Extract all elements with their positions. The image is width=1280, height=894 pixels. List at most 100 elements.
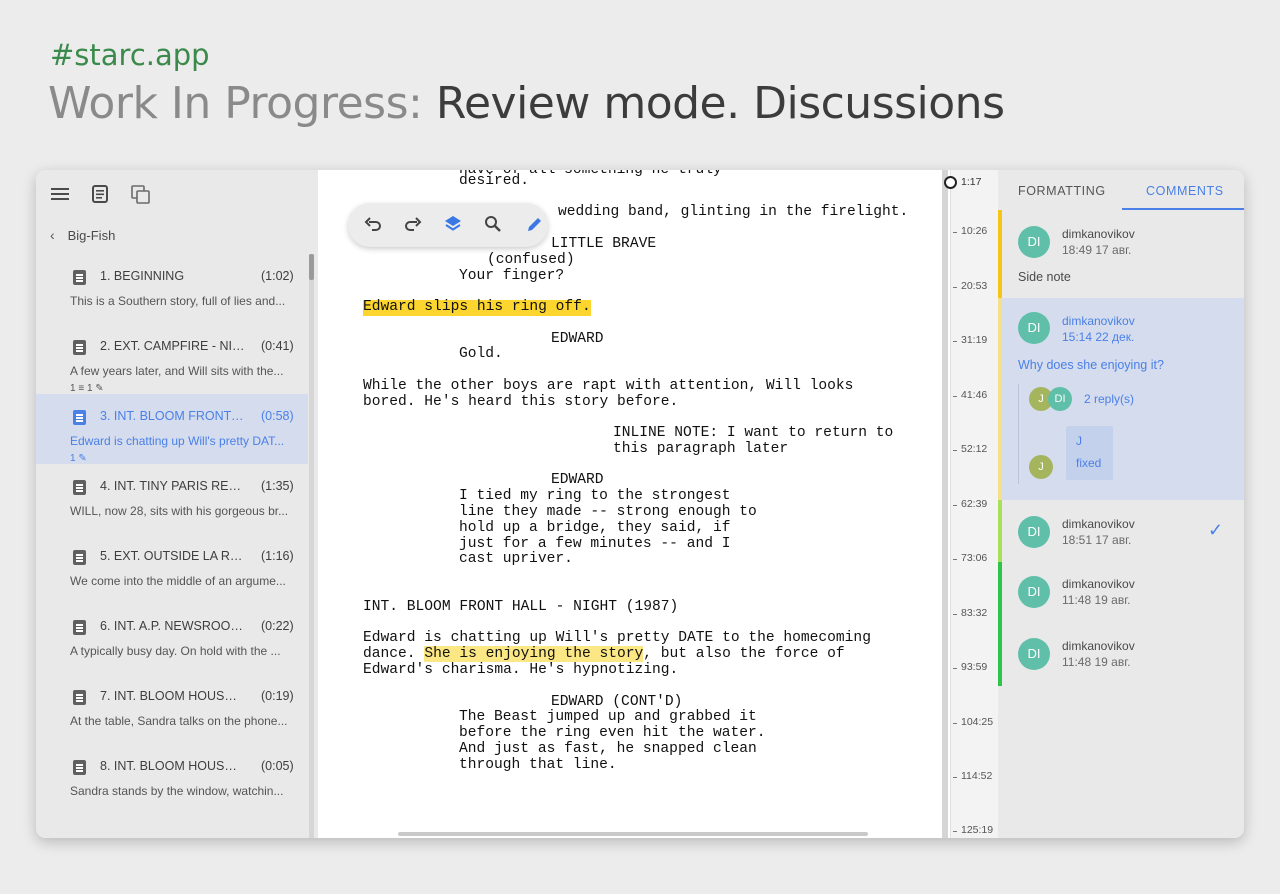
scene-title: 6. INT. A.P. NEWSROOM (...: [100, 619, 245, 633]
comment-card-selected[interactable]: DI dimkanovikov 15:14 22 дек. Why does s…: [998, 298, 1244, 500]
comments-panel: FORMATTING COMMENTS DI dimkanovikov 18:4…: [998, 170, 1244, 838]
sidebar-scrollbar-thumb[interactable]: [309, 254, 314, 280]
scene-description: Sandra stands by the window, watchin...: [70, 784, 284, 798]
timeline-tick: 41:46: [951, 389, 987, 401]
scene-title: 2. EXT. CAMPFIRE - NIGH...: [100, 339, 245, 353]
scene-description: WILL, now 28, sits with his gorgeous br.…: [70, 504, 289, 518]
check-icon[interactable]: ✓: [1208, 520, 1223, 541]
scene-item-active[interactable]: 3. INT. BLOOM FRONT H... (0:58) Edward i…: [36, 394, 308, 464]
scene-duration: (1:02): [261, 269, 294, 283]
dialogue-line: through that line.: [459, 757, 617, 773]
scene-title: 4. INT. TINY PARIS REST...: [100, 479, 245, 493]
sidebar-scrollbar-track[interactable]: [309, 254, 314, 838]
avatar: J: [1029, 455, 1053, 479]
scene-meta: 1 ≡ 1 ✎: [70, 383, 104, 394]
navigator-sidebar: ‹ Big-Fish 1. BEGINNING (1:02) This is a…: [36, 170, 318, 838]
scene-description: We come into the middle of an argume...: [70, 574, 286, 588]
action-line: bored. He's heard this story before.: [363, 394, 679, 410]
avatar: DI: [1018, 516, 1050, 548]
comment-color-bar: [998, 562, 1002, 624]
comment-author: dimkanovikov: [1062, 577, 1135, 591]
redo-icon[interactable]: [402, 214, 424, 236]
headline-prefix: Work In Progress:: [48, 78, 423, 129]
highlighted-action: Edward slips his ring off.: [363, 299, 591, 316]
comment-text: Side note: [1018, 270, 1071, 284]
timeline-tick: 73:06: [951, 552, 987, 564]
search-icon[interactable]: [482, 214, 504, 236]
scene-icon: [73, 340, 86, 355]
scene-item[interactable]: 1. BEGINNING (1:02) This is a Southern s…: [36, 254, 308, 324]
chevron-left-icon: ‹: [50, 227, 55, 243]
scene-item[interactable]: 7. INT. BLOOM HOUSE KI... (0:19) At the …: [36, 674, 308, 744]
tab-formatting[interactable]: FORMATTING: [1018, 184, 1106, 198]
action-line: While the other boys are rapt with atten…: [363, 378, 854, 394]
reply-text: fixed: [1076, 456, 1102, 470]
dialogue-line: I tied my ring to the strongest: [459, 488, 731, 504]
undo-icon[interactable]: [362, 214, 384, 236]
scene-title: 5. EXT. OUTSIDE LA RUE ...: [100, 549, 245, 563]
inline-note: INLINE NOTE: I want to return to: [613, 425, 894, 441]
action-line: Edward is chatting up Will's pretty DATE…: [363, 630, 871, 646]
scene-item[interactable]: 6. INT. A.P. NEWSROOM (... (0:22) A typi…: [36, 604, 308, 674]
action-line: Edward's charisma. He's hypnotizing.: [363, 662, 679, 678]
comment-author: dimkanovikov: [1062, 639, 1135, 653]
inline-note: this paragraph later: [613, 441, 789, 457]
headline-main: Review mode. Discussions: [435, 78, 1005, 129]
replies-link[interactable]: 2 reply(s): [1084, 392, 1134, 406]
breadcrumb[interactable]: ‹ Big-Fish: [50, 227, 115, 243]
scene-item[interactable]: 4. INT. TINY PARIS REST... (1:35) WILL, …: [36, 464, 308, 534]
script-editor[interactable]: have of all something he truly desired. …: [318, 170, 946, 838]
reply-bubble[interactable]: J fixed: [1066, 426, 1113, 480]
scene-duration: (0:58): [261, 409, 294, 423]
comment-card[interactable]: DI dimkanovikov 11:48 19 авг.: [998, 562, 1244, 624]
thread-line: [1018, 384, 1019, 484]
scene-item[interactable]: 8. INT. BLOOM HOUSE M... (0:05) Sandra s…: [36, 744, 308, 814]
scene-duration: (1:35): [261, 479, 294, 493]
editor-vertical-scrollbar[interactable]: [942, 170, 948, 838]
character-name: EDWARD: [551, 331, 604, 347]
pen-icon[interactable]: [524, 214, 546, 236]
comment-color-bar: [998, 624, 1002, 686]
dialogue-line: line they made -- strong enough to: [459, 504, 757, 520]
scene-description: A typically busy day. On hold with the .…: [70, 644, 281, 658]
scene-title: 8. INT. BLOOM HOUSE M...: [100, 759, 245, 773]
comment-card[interactable]: DI dimkanovikov 11:48 19 авг.: [998, 624, 1244, 686]
comment-time: 11:48 19 авг.: [1062, 593, 1131, 607]
comment-color-bar: [998, 210, 1002, 298]
comment-color-bar: [998, 298, 1002, 500]
horizontal-scrollbar[interactable]: [398, 832, 868, 836]
scene-item[interactable]: 5. EXT. OUTSIDE LA RUE ... (1:16) We com…: [36, 534, 308, 604]
comment-author: dimkanovikov: [1062, 314, 1135, 328]
timeline-ruler[interactable]: 1:17 10:26 20:53 31:19 41:46 52:12 62:39…: [944, 170, 999, 838]
scene-item[interactable]: 2. EXT. CAMPFIRE - NIGH... (0:41) A few …: [36, 324, 308, 394]
character-name: EDWARD: [551, 472, 604, 488]
timeline-cursor[interactable]: [944, 176, 957, 189]
parenthetical: (confused): [487, 252, 575, 268]
comment-card[interactable]: DI dimkanovikov 18:51 17 авг. ✓: [998, 500, 1244, 562]
action-line: dance. She is enjoying the story, but al…: [363, 646, 845, 663]
timeline-tick: 52:12: [951, 443, 987, 455]
avatar: DI: [1018, 576, 1050, 608]
scene-duration: (1:16): [261, 549, 294, 563]
scene-duration: (0:19): [261, 689, 294, 703]
dialogue-line: The Beast jumped up and grabbed it: [459, 709, 757, 725]
layers-icon[interactable]: [442, 214, 464, 236]
comment-card[interactable]: DI dimkanovikov 18:49 17 авг. Side note: [998, 210, 1244, 298]
avatar: DI: [1018, 226, 1050, 258]
commented-text[interactable]: She is enjoying the story: [424, 646, 644, 662]
scene-icon: [73, 270, 86, 285]
scene-icon: [73, 480, 86, 495]
script-line: wedding band, glinting in the firelight.: [558, 204, 909, 220]
scene-meta: 1 ✎: [70, 453, 87, 464]
action-segment: , but also the force of: [643, 646, 845, 662]
copy-icon[interactable]: [130, 185, 150, 205]
tab-comments[interactable]: COMMENTS: [1146, 184, 1224, 198]
comment-author: dimkanovikov: [1062, 227, 1135, 241]
scene-description: At the table, Sandra talks on the phone.…: [70, 714, 288, 728]
action-segment: dance.: [363, 646, 425, 662]
document-icon[interactable]: [90, 185, 110, 205]
comment-author: dimkanovikov: [1062, 517, 1135, 531]
scene-duration: (0:22): [261, 619, 294, 633]
menu-icon[interactable]: [50, 185, 70, 205]
scene-icon: [73, 620, 86, 635]
